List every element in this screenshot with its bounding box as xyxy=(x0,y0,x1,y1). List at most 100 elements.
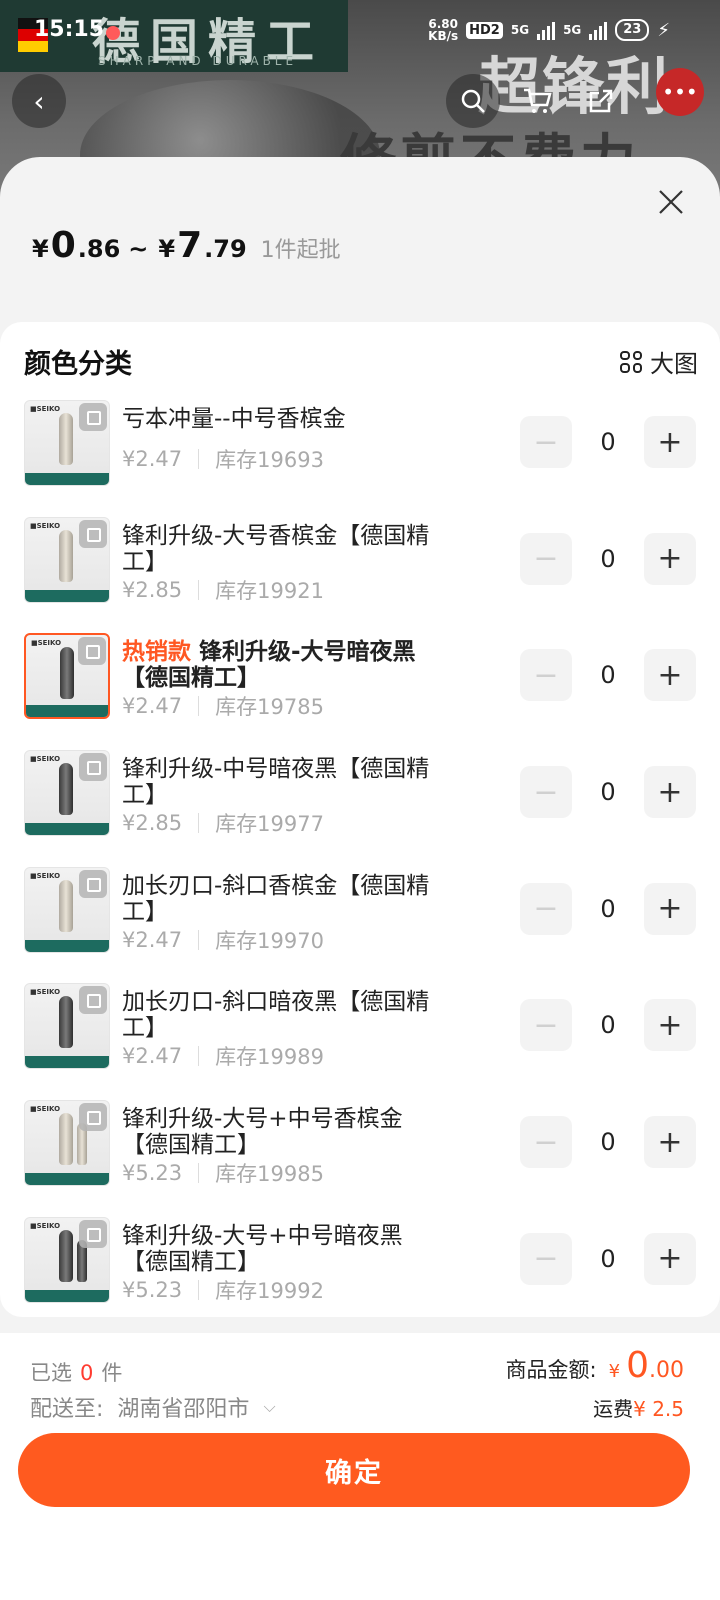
freight-value: ¥ 2.5 xyxy=(633,1397,684,1421)
sku-name: 加长刃口-斜口暗夜黑【德国精工】 xyxy=(122,989,442,1041)
expand-icon[interactable] xyxy=(79,869,107,898)
increment-button[interactable]: + xyxy=(644,532,696,585)
currency-symbol: ¥ xyxy=(32,235,49,263)
sku-thumbnail[interactable]: ■SEIKO xyxy=(24,1216,110,1303)
quantity-value[interactable]: 0 xyxy=(572,416,644,468)
increment-button[interactable]: + xyxy=(644,999,696,1052)
big-image-toggle[interactable]: 大图 xyxy=(620,344,698,379)
sku-meta: ¥2.47 库存19970 xyxy=(122,925,324,955)
network-speed: 6.80 KB/s xyxy=(428,18,458,42)
decrement-button[interactable]: − xyxy=(520,532,572,585)
decrement-button[interactable]: − xyxy=(520,416,572,468)
thumb-caption-bar xyxy=(25,1173,109,1186)
expand-icon[interactable] xyxy=(79,986,107,1015)
sku-thumbnail[interactable]: ■SEIKO xyxy=(24,400,110,486)
decrement-button[interactable]: − xyxy=(520,1232,572,1285)
expand-icon[interactable] xyxy=(79,519,107,548)
increment-button[interactable]: + xyxy=(644,416,696,468)
status-time: 15:15 xyxy=(34,17,105,42)
cart-icon xyxy=(524,88,552,113)
sku-row: ■SEIKO 亏本冲量--中号香槟金 ¥2.47 库存19693 − 0 + xyxy=(0,400,720,517)
divider xyxy=(198,579,200,600)
decrement-button[interactable]: − xyxy=(520,766,572,819)
sku-row: ■SEIKO 加长刃口-斜口暗夜黑【德国精工】 ¥2.47 库存19989 − … xyxy=(0,983,720,1100)
sku-price: ¥2.47 xyxy=(122,927,183,952)
quantity-value[interactable]: 0 xyxy=(572,766,644,818)
sku-row: ■SEIKO 锋利升级-大号+中号暗夜黑【德国精工】 ¥5.23 库存19992… xyxy=(0,1216,720,1334)
quantity-stepper: − 0 + xyxy=(520,766,696,819)
decrement-button[interactable]: − xyxy=(520,649,572,702)
sku-meta: ¥5.23 库存19992 xyxy=(122,1275,324,1305)
plus-icon: + xyxy=(657,424,683,460)
sim2-label: 5G xyxy=(563,23,582,37)
product-thumb-image xyxy=(59,763,73,816)
quantity-value[interactable]: 0 xyxy=(572,1116,644,1168)
minus-icon: − xyxy=(533,1007,559,1043)
more-button[interactable]: ••• xyxy=(656,68,704,116)
sku-name-text: 锋利升级-大号+中号暗夜黑【德国精工】 xyxy=(122,1222,403,1275)
brand-logo: ■SEIKO xyxy=(31,639,62,648)
quantity-value[interactable]: 0 xyxy=(572,883,644,935)
sku-thumbnail[interactable]: ■SEIKO xyxy=(24,866,110,953)
increment-button[interactable]: + xyxy=(644,649,696,702)
plus-icon: + xyxy=(657,541,683,577)
signal-icon xyxy=(589,20,608,40)
expand-icon[interactable] xyxy=(79,403,107,431)
decrement-button[interactable]: − xyxy=(520,999,572,1052)
back-button[interactable]: ‹ xyxy=(12,74,66,128)
selected-unit: 件 xyxy=(101,1361,123,1385)
cart-button[interactable] xyxy=(510,74,564,128)
decrement-button[interactable]: − xyxy=(520,1116,572,1169)
plus-icon: + xyxy=(657,891,683,927)
sku-thumbnail[interactable]: ■SEIKO xyxy=(24,1100,110,1187)
thumb-caption-bar xyxy=(25,939,109,952)
sku-price: ¥5.23 xyxy=(122,1161,183,1186)
expand-icon[interactable] xyxy=(79,1219,107,1248)
product-thumb-image xyxy=(59,1113,73,1166)
increment-button[interactable]: + xyxy=(644,1232,696,1285)
brand-logo: ■SEIKO xyxy=(30,1105,61,1114)
currency-symbol: ¥ xyxy=(158,235,176,263)
search-button[interactable] xyxy=(446,74,500,128)
quantity-stepper: − 0 + xyxy=(520,1232,696,1285)
close-icon[interactable] xyxy=(656,187,686,217)
quantity-value[interactable]: 0 xyxy=(572,1233,644,1285)
price-high-dec: .79 xyxy=(204,235,247,263)
amount-dec: .00 xyxy=(649,1358,684,1383)
divider xyxy=(198,813,200,834)
freight: 运费¥ 2.5 xyxy=(593,1393,684,1422)
ship-to-selector[interactable]: 配送至: 湖南省邵阳市 ⌵ xyxy=(30,1391,276,1423)
sku-thumbnail[interactable]: ■SEIKO xyxy=(24,516,110,603)
increment-button[interactable]: + xyxy=(644,1116,696,1169)
confirm-button[interactable]: 确定 xyxy=(18,1433,690,1507)
decrement-button[interactable]: − xyxy=(520,882,572,935)
brand-logo: ■SEIKO xyxy=(30,988,61,997)
expand-icon[interactable] xyxy=(79,1103,107,1132)
sku-meta: ¥5.23 库存19985 xyxy=(122,1158,324,1188)
increment-button[interactable]: + xyxy=(644,766,696,819)
divider xyxy=(198,1279,200,1300)
sku-price: ¥2.47 xyxy=(122,1044,183,1069)
expand-icon[interactable] xyxy=(78,637,106,666)
sku-thumbnail[interactable]: ■SEIKO xyxy=(24,750,110,837)
hot-badge: 热销款 xyxy=(122,639,191,666)
sku-thumbnail[interactable]: ■SEIKO xyxy=(24,633,110,720)
quantity-stepper: − 0 + xyxy=(520,882,696,935)
divider xyxy=(198,696,200,717)
quantity-value[interactable]: 0 xyxy=(572,999,644,1051)
sku-name-text: 加长刃口-斜口暗夜黑【德国精工】 xyxy=(122,989,430,1042)
expand-icon[interactable] xyxy=(79,753,107,782)
increment-button[interactable]: + xyxy=(644,882,696,935)
sim1-label: 5G xyxy=(510,23,530,37)
sku-meta: ¥2.47 库存19785 xyxy=(122,691,324,721)
search-icon xyxy=(461,89,485,113)
quantity-value[interactable]: 0 xyxy=(572,533,644,585)
product-thumb-image xyxy=(59,879,73,932)
sku-name: 锋利升级-大号+中号暗夜黑【德国精工】 xyxy=(122,1223,442,1275)
sku-thumbnail[interactable]: ■SEIKO xyxy=(24,983,110,1070)
ship-location: 湖南省邵阳市 xyxy=(117,1397,250,1422)
sku-name: 亏本冲量--中号香槟金 xyxy=(122,406,442,432)
quantity-value[interactable]: 0 xyxy=(572,649,644,701)
sku-row: ■SEIKO 加长刃口-斜口香槟金【德国精工】 ¥2.47 库存19970 − … xyxy=(0,866,720,984)
share-button[interactable] xyxy=(574,74,628,128)
